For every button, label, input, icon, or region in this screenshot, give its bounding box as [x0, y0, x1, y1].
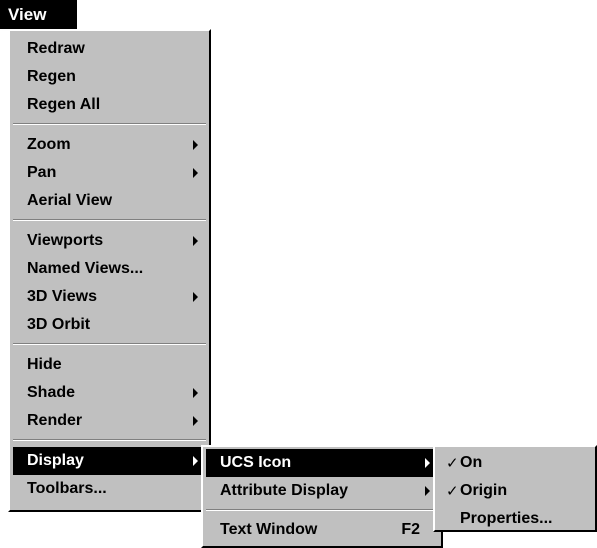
menu-title-view[interactable]: View [0, 0, 77, 29]
menu-item-label: Attribute Display [220, 482, 349, 499]
menu-item-label: 3D Views [27, 288, 97, 305]
menu-item-label: On [460, 454, 483, 471]
chevron-right-icon [425, 486, 430, 496]
ucs-icon-submenu: ✓ On ✓ Origin Properties... [433, 445, 597, 532]
menu-item-label: Redraw [27, 40, 85, 57]
menu-item-origin[interactable]: ✓ Origin [438, 477, 592, 505]
menu-item-aerial-view[interactable]: Aerial View [13, 187, 206, 215]
chevron-right-icon [193, 456, 198, 466]
menu-item-properties[interactable]: Properties... [438, 505, 592, 533]
menu-item-label: Hide [27, 356, 62, 373]
menu-separator [13, 219, 206, 221]
chevron-right-icon [425, 458, 430, 468]
menu-item-on[interactable]: ✓ On [438, 449, 592, 477]
menu-item-label: Regen All [27, 96, 101, 113]
chevron-right-icon [193, 292, 198, 302]
menu-item-toolbars[interactable]: Toolbars... [13, 475, 206, 503]
menu-item-label: Aerial View [27, 192, 113, 209]
menu-separator [13, 123, 206, 125]
menu-separator [13, 343, 206, 345]
menu-separator [13, 439, 206, 441]
chevron-right-icon [193, 236, 198, 246]
menu-item-label: 3D Orbit [27, 316, 91, 333]
menu-item-label: Display [27, 452, 84, 469]
menu-item-label: Pan [27, 164, 57, 181]
menu-item-label: Shade [27, 384, 76, 401]
chevron-right-icon [193, 416, 198, 426]
menu-item-redraw[interactable]: Redraw [13, 35, 206, 63]
check-icon: ✓ [446, 455, 459, 472]
menu-item-label: Text Window [220, 521, 318, 538]
menu-item-viewports[interactable]: Viewports [13, 227, 206, 255]
shortcut-label: F2 [401, 521, 420, 538]
menu-item-label: Toolbars... [27, 480, 107, 497]
menu-item-render[interactable]: Render [13, 407, 206, 435]
chevron-right-icon [193, 168, 198, 178]
menu-item-shade[interactable]: Shade [13, 379, 206, 407]
menu-item-label: Zoom [27, 136, 71, 153]
menu-item-label: Regen [27, 68, 76, 85]
menu-item-display[interactable]: Display [13, 447, 206, 475]
menu-item-label: Viewports [27, 232, 104, 249]
menu-item-3d-views[interactable]: 3D Views [13, 283, 206, 311]
menu-item-label: Render [27, 412, 83, 429]
check-icon: ✓ [446, 483, 459, 500]
menu-title-label: View [8, 4, 47, 24]
menu-item-label: UCS Icon [220, 454, 292, 471]
menu-item-named-views[interactable]: Named Views... [13, 255, 206, 283]
menu-item-label: Properties... [460, 510, 553, 527]
menu-item-text-window[interactable]: Text Window F2 [206, 516, 438, 544]
menu-item-attribute-display[interactable]: Attribute Display [206, 477, 438, 505]
menu-item-pan[interactable]: Pan [13, 159, 206, 187]
menu-item-zoom[interactable]: Zoom [13, 131, 206, 159]
display-submenu: UCS Icon Attribute Display Text Window F… [201, 445, 443, 548]
menu-item-hide[interactable]: Hide [13, 351, 206, 379]
menu-item-label: Named Views... [27, 260, 144, 277]
chevron-right-icon [193, 140, 198, 150]
menu-item-3d-orbit[interactable]: 3D Orbit [13, 311, 206, 339]
chevron-right-icon [193, 388, 198, 398]
menu-item-ucs-icon[interactable]: UCS Icon [206, 449, 438, 477]
menu-item-regen-all[interactable]: Regen All [13, 91, 206, 119]
menu-separator [206, 509, 438, 511]
menu-item-regen[interactable]: Regen [13, 63, 206, 91]
view-menu: Redraw Regen Regen All Zoom Pan Aerial V… [8, 29, 211, 512]
